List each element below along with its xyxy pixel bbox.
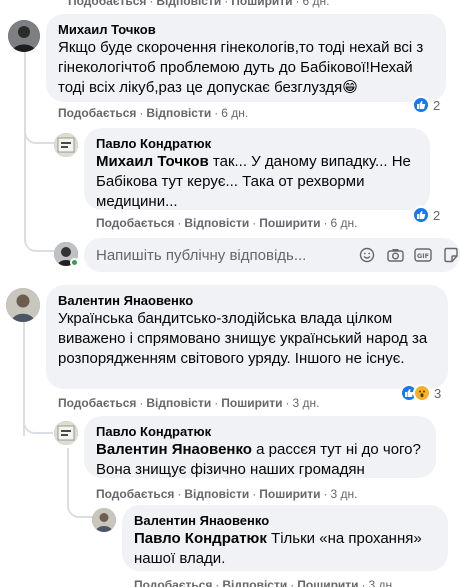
comment-author[interactable]: Валентин Янаовенко — [58, 292, 436, 309]
comment-actions: Подобається · Відповісти · Поширити · 6 дн. — [96, 216, 358, 230]
comment-bubble: Павло Кондратюк Валентин Янаовенко а рас… — [84, 416, 436, 478]
avatar[interactable] — [8, 20, 40, 52]
thumbs-up-icon — [412, 96, 430, 114]
comment-time[interactable]: 3 дн. — [331, 487, 358, 501]
reply-link[interactable]: Відповісти — [146, 396, 211, 410]
comment-time[interactable]: 3 дн. — [369, 578, 396, 587]
avatar[interactable] — [92, 508, 116, 532]
thread-elbow-4 — [67, 496, 93, 518]
thumbs-up-icon — [412, 206, 430, 224]
mention-link[interactable]: Михаил Точков — [96, 153, 209, 170]
like-link[interactable]: Подобається — [58, 106, 136, 120]
reply-link[interactable]: Відповісти — [222, 578, 287, 587]
reply-link[interactable]: Відповісти — [184, 216, 249, 230]
avatar[interactable] — [6, 288, 40, 322]
reply-input-box[interactable]: GIF — [84, 238, 460, 272]
online-status-dot — [70, 258, 79, 267]
comment-time[interactable]: 6 дн. — [303, 0, 330, 8]
svg-text:GIF: GIF — [417, 252, 429, 260]
like-link[interactable]: Подобається — [96, 216, 174, 230]
thread-elbow-3 — [23, 410, 53, 434]
comment-actions: Подобається · Відповісти · 6 дн. — [58, 106, 249, 120]
comment-author[interactable]: Павло Кондратюк — [96, 135, 418, 152]
like-link[interactable]: Подобається — [96, 487, 174, 501]
comment-time[interactable]: 3 дн. — [293, 396, 320, 410]
sticker-icon[interactable] — [442, 246, 460, 264]
wow-face-icon — [413, 384, 431, 402]
comment-text: Українська бандитсько-злодійська влада ц… — [58, 310, 428, 367]
comment-bubble: Валентин Янаовенко Українська бандитсько… — [46, 285, 448, 389]
share-link[interactable]: Поширити — [231, 0, 292, 8]
share-link[interactable]: Поширити — [259, 216, 320, 230]
comment-text: Павло Кондратюк Тільки «на прохання» наш… — [134, 529, 436, 569]
reaction-summary[interactable]: 2 — [412, 95, 440, 115]
comment-actions: Подобається · Відповісти · Поширити · 3 дн. — [96, 487, 358, 501]
comment-time[interactable]: 6 дн. — [331, 216, 358, 230]
share-link[interactable]: Поширити — [259, 487, 320, 501]
comment-bubble: Павло Кондратюк Михаил Точков так... У д… — [84, 128, 430, 210]
reaction-summary[interactable]: 3 — [400, 383, 441, 403]
thread-elbow-2 — [24, 228, 54, 252]
reaction-count: 2 — [433, 207, 441, 223]
share-link[interactable]: Поширити — [221, 396, 282, 410]
comment-bubble: Валентин Янаовенко Павло Кондратюк Тільк… — [122, 505, 448, 571]
thread-line-1 — [24, 52, 26, 240]
comment-text: Якщо буде скорочення гінекологів,то тоді… — [58, 39, 424, 96]
comment-author[interactable]: Павло Кондратюк — [96, 423, 424, 440]
mention-link[interactable]: Павло Кондратюк — [134, 530, 267, 547]
reply-link[interactable]: Відповісти — [184, 487, 249, 501]
comment-text: Михаил Точков так... У даному випадку...… — [96, 152, 418, 212]
comment-author[interactable]: Михаил Точков — [58, 21, 434, 38]
reply-link[interactable]: Відповісти — [146, 106, 211, 120]
camera-icon[interactable] — [386, 246, 404, 264]
reaction-count: 2 — [433, 97, 441, 113]
comment-actions: Подобається · Відповісти · Поширити · 3 дн. — [58, 396, 320, 410]
reply-link[interactable]: Відповісти — [156, 0, 221, 8]
mention-link[interactable]: Валентин Янаовенко — [96, 441, 252, 458]
comment-actions-top: Подобається · Відповісти · Поширити · 6 дн. — [68, 0, 330, 8]
thread-elbow-1 — [24, 120, 54, 144]
comment-time[interactable]: 6 дн. — [221, 106, 248, 120]
avatar[interactable] — [54, 421, 78, 445]
reply-input[interactable] — [96, 246, 352, 264]
comment-actions: Подобається · Відповісти · Поширити · 3 дн. — [134, 578, 396, 587]
comment-text: Валентин Янаовенко а рассєя тут ні до чо… — [96, 440, 424, 480]
like-link[interactable]: Подобається — [68, 0, 146, 8]
gif-icon[interactable]: GIF — [414, 246, 432, 264]
reaction-summary[interactable]: 2 — [412, 205, 440, 225]
avatar[interactable] — [54, 133, 78, 157]
comment-bubble: Михаил Точков Якщо буде скорочення гінек… — [46, 14, 446, 102]
reaction-count: 3 — [434, 385, 442, 401]
share-link[interactable]: Поширити — [297, 578, 358, 587]
reply-tools: GIF — [358, 246, 460, 264]
emoji-icon[interactable] — [358, 246, 376, 264]
comment-author[interactable]: Валентин Янаовенко — [134, 512, 436, 529]
like-link[interactable]: Подобається — [134, 578, 212, 587]
like-link[interactable]: Подобається — [58, 396, 136, 410]
